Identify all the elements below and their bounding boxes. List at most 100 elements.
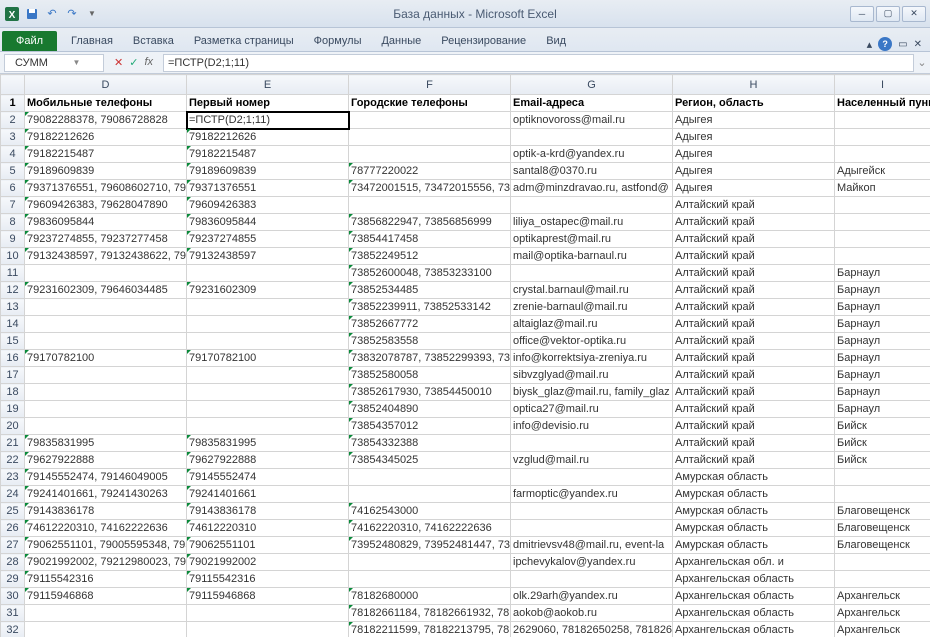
cell[interactable]: optikaprest@mail.ru <box>511 231 673 248</box>
cell[interactable]: 73852239911, 73852533142 <box>349 299 511 316</box>
cell[interactable]: optiknovoross@mail.ru <box>511 112 673 129</box>
enter-icon[interactable]: ✓ <box>129 56 138 69</box>
cell[interactable]: 79189609839 <box>25 163 187 180</box>
cell[interactable]: =ПСТР(D2;1;11) <box>187 112 349 129</box>
row-header[interactable]: 16 <box>1 350 25 367</box>
cell[interactable]: 79609426383 <box>187 197 349 214</box>
row-header[interactable]: 27 <box>1 537 25 554</box>
cell[interactable]: dmitrievsv48@mail.ru, event-la <box>511 537 673 554</box>
row-header[interactable]: 25 <box>1 503 25 520</box>
cell[interactable]: Алтайский край <box>673 418 835 435</box>
cell[interactable]: 73852617930, 73854450010 <box>349 384 511 401</box>
cell[interactable]: Адыгея <box>673 180 835 197</box>
row-header[interactable]: 24 <box>1 486 25 503</box>
cell[interactable]: 73852534485 <box>349 282 511 299</box>
cell[interactable]: 74162543000 <box>349 503 511 520</box>
cell[interactable]: 79627922888 <box>25 452 187 469</box>
cell[interactable]: Алтайский край <box>673 316 835 333</box>
cell[interactable] <box>25 316 187 333</box>
row-header[interactable]: 9 <box>1 231 25 248</box>
redo-icon[interactable]: ↷ <box>64 6 80 22</box>
row-header[interactable]: 21 <box>1 435 25 452</box>
cell[interactable]: 73852404890 <box>349 401 511 418</box>
cell[interactable]: office@vektor-optika.ru <box>511 333 673 350</box>
cell[interactable] <box>835 146 930 163</box>
cell[interactable]: info@korrektsiya-zreniya.ru <box>511 350 673 367</box>
cell[interactable] <box>349 486 511 503</box>
col-header[interactable]: E <box>187 75 349 95</box>
row-header[interactable]: 22 <box>1 452 25 469</box>
row-header[interactable]: 31 <box>1 605 25 622</box>
cell[interactable] <box>187 316 349 333</box>
cell[interactable]: 73952480829, 73952481447, 7395 <box>349 537 511 554</box>
cell[interactable] <box>835 248 930 265</box>
row-header[interactable]: 11 <box>1 265 25 282</box>
cell[interactable]: mail@optika-barnaul.ru <box>511 248 673 265</box>
cell[interactable]: 79021992002, 79212980023, 7921 <box>25 554 187 571</box>
cell[interactable]: farmoptic@yandex.ru <box>511 486 673 503</box>
cell[interactable]: biysk_glaz@mail.ru, family_glaz <box>511 384 673 401</box>
cell[interactable]: 79182215487 <box>187 146 349 163</box>
cell[interactable]: 79143836178 <box>187 503 349 520</box>
cell[interactable]: Алтайский край <box>673 197 835 214</box>
row-header[interactable]: 15 <box>1 333 25 350</box>
cell[interactable]: 73854357012 <box>349 418 511 435</box>
cell[interactable] <box>511 571 673 588</box>
cell[interactable]: Амурская область <box>673 537 835 554</box>
cell[interactable] <box>25 605 187 622</box>
cell[interactable]: 78182661184, 78182661932, 7818 <box>349 605 511 622</box>
cell[interactable] <box>349 129 511 146</box>
cell[interactable]: liliya_ostapec@mail.ru <box>511 214 673 231</box>
ribbon-tab[interactable]: Вид <box>536 31 576 51</box>
cell[interactable] <box>187 367 349 384</box>
cell[interactable]: Архангельск <box>835 605 930 622</box>
cell[interactable]: Адыгея <box>673 146 835 163</box>
cell[interactable]: 73852600048, 73853233100 <box>349 265 511 282</box>
row-header[interactable]: 10 <box>1 248 25 265</box>
cell[interactable] <box>511 197 673 214</box>
cell[interactable] <box>349 112 511 129</box>
cell[interactable]: 79082288378, 79086728828 <box>25 112 187 129</box>
cell[interactable]: Барнаул <box>835 316 930 333</box>
row-header[interactable]: 6 <box>1 180 25 197</box>
cell[interactable]: Амурская область <box>673 520 835 537</box>
row-header[interactable]: 7 <box>1 197 25 214</box>
cell[interactable]: 73856822947, 73856856999 <box>349 214 511 231</box>
row-header[interactable]: 19 <box>1 401 25 418</box>
cell[interactable]: Архангельская область <box>673 571 835 588</box>
cell[interactable]: Адыгея <box>673 129 835 146</box>
cell[interactable] <box>25 622 187 637</box>
cell[interactable]: Алтайский край <box>673 367 835 384</box>
cell[interactable]: 73854345025 <box>349 452 511 469</box>
cell[interactable]: 79241401661 <box>187 486 349 503</box>
window-restore-icon[interactable]: ▭ <box>898 39 907 50</box>
cell[interactable]: 74612220310, 74162222636 <box>25 520 187 537</box>
row-header[interactable]: 13 <box>1 299 25 316</box>
cell[interactable]: Алтайский край <box>673 214 835 231</box>
cell[interactable]: Первый номер <box>187 95 349 112</box>
cell[interactable] <box>349 146 511 163</box>
cell[interactable]: 79836095844 <box>25 214 187 231</box>
cell[interactable]: 79170782100 <box>25 350 187 367</box>
cell[interactable] <box>511 520 673 537</box>
undo-icon[interactable]: ↶ <box>44 6 60 22</box>
cell[interactable] <box>349 554 511 571</box>
cell[interactable]: 74162220310, 74162222636 <box>349 520 511 537</box>
cell[interactable]: 78182211599, 78182213795, 7818 <box>349 622 511 637</box>
cell[interactable]: 79371376551, 79608602710, 7961 <box>25 180 187 197</box>
cell[interactable]: 79143836178 <box>25 503 187 520</box>
ribbon-tab[interactable]: Данные <box>371 31 431 51</box>
cell[interactable]: 73854332388 <box>349 435 511 452</box>
cell[interactable]: santal8@0370.ru <box>511 163 673 180</box>
cell[interactable] <box>835 571 930 588</box>
cell[interactable] <box>835 469 930 486</box>
row-header[interactable]: 2 <box>1 112 25 129</box>
name-box[interactable]: СУММ ▼ <box>4 54 104 72</box>
cell[interactable]: Городские телефоны <box>349 95 511 112</box>
cell[interactable]: Амурская область <box>673 469 835 486</box>
minimize-button[interactable]: ─ <box>850 6 874 22</box>
cell[interactable]: Барнаул <box>835 333 930 350</box>
qat-dropdown-icon[interactable]: ▼ <box>84 6 100 22</box>
cell[interactable]: 79062551101, 79005595348, 7953 <box>25 537 187 554</box>
cell[interactable]: Алтайский край <box>673 452 835 469</box>
